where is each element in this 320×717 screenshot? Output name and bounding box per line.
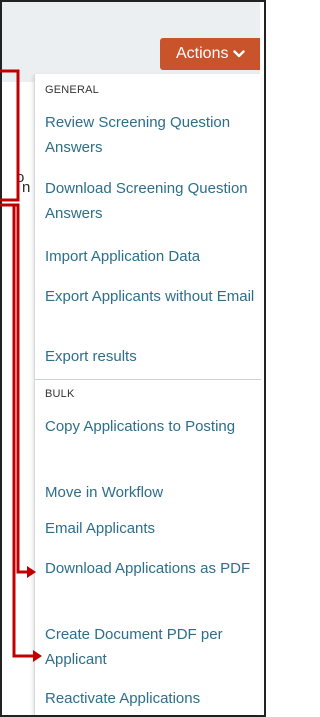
menu-item-move-in-workflow[interactable]: Move in Workflow xyxy=(45,480,255,505)
menu-section-title-general: GENERAL xyxy=(45,84,99,96)
menu-section-title-bulk: BULK xyxy=(45,388,75,400)
menu-item-export-results[interactable]: Export results xyxy=(45,344,255,369)
chevron-down-icon xyxy=(233,50,246,58)
menu-item-review-screening-question-answers[interactable]: Review Screening Question Answers xyxy=(45,110,255,160)
menu-divider xyxy=(35,379,261,380)
actions-button-label: Actions xyxy=(176,45,229,62)
menu-item-reactivate-applications[interactable]: Reactivate Applications xyxy=(45,686,255,711)
menu-item-create-document-pdf-per-applicant[interactable]: Create Document PDF per Applicant xyxy=(45,622,255,672)
menu-item-export-applicants-without-email[interactable]: Export Applicants without Email xyxy=(45,284,255,309)
page-partial-text: n xyxy=(22,179,31,196)
menu-item-download-screening-question-answers[interactable]: Download Screening Question Answers xyxy=(45,176,255,226)
menu-item-import-application-data[interactable]: Import Application Data xyxy=(45,244,255,269)
actions-button[interactable]: Actions xyxy=(160,38,260,70)
actions-dropdown-menu: GENERAL Review Screening Question Answer… xyxy=(34,74,261,715)
menu-item-download-applications-as-pdf[interactable]: Download Applications as PDF xyxy=(45,556,255,581)
menu-item-email-applicants[interactable]: Email Applicants xyxy=(45,516,255,541)
menu-item-copy-applications-to-posting[interactable]: Copy Applications to Posting xyxy=(45,414,255,439)
